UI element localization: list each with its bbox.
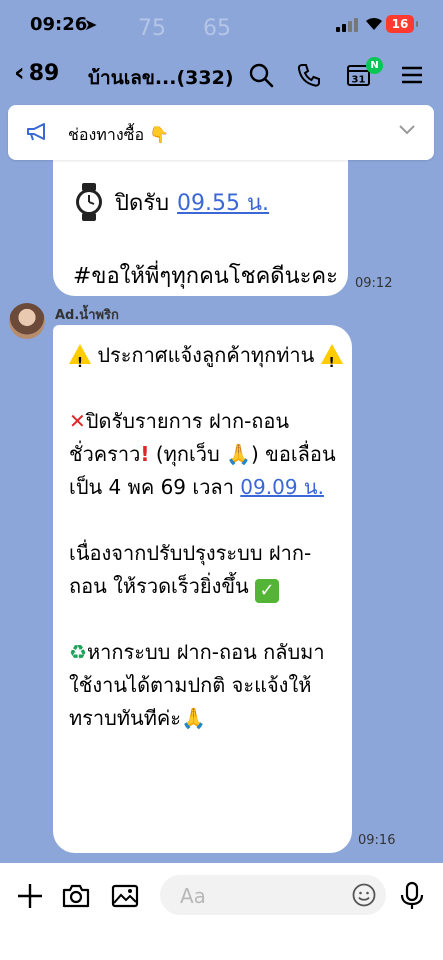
cross-mark-icon: ✕ <box>69 409 86 433</box>
plus-icon[interactable] <box>15 881 45 911</box>
banner-text: ช่องทางซื้อ 👇 <box>68 125 170 144</box>
time-link[interactable]: 09.09 น. <box>240 475 324 499</box>
message-input-bar <box>0 863 443 960</box>
message-field[interactable] <box>160 875 386 917</box>
warning-icon <box>320 344 343 380</box>
chat-title: บ้านเลข...(332) <box>88 67 234 89</box>
battery-icon: 16 <box>386 15 418 33</box>
new-badge: N <box>366 57 383 74</box>
check-mark-icon: ✓ <box>255 579 280 603</box>
announcement-banner[interactable]: ช่องทางซื้อ 👇 <box>8 105 434 160</box>
clock: 09:26 <box>30 14 88 35</box>
praying-hands-icon: 🙏 <box>226 442 251 466</box>
hashtag-text: #ขอให้พี่ๆทุกคนโชคดีนะคะ <box>73 264 338 289</box>
sender-name: Ad.น้ำพริก <box>55 308 119 323</box>
calendar-day: 31 <box>352 75 366 86</box>
message-text: ประกาศแจ้งลูกค้าทุกท่าน ✕ปิดรับรายการ ฝา… <box>69 339 344 735</box>
warning-icon <box>69 344 91 380</box>
exclamation-icon: ! <box>140 442 150 466</box>
message-input[interactable] <box>178 875 342 917</box>
message-paragraph: ประกาศแจ้งลูกค้าทุกท่าน <box>97 343 315 367</box>
watch-icon <box>76 183 102 221</box>
location-arrow-icon: ➤ <box>84 15 98 34</box>
camera-icon[interactable] <box>61 881 91 911</box>
wifi-icon <box>364 15 384 36</box>
chevron-left-icon: ‹ <box>14 58 25 88</box>
back-button[interactable]: ‹ 89 <box>14 60 59 86</box>
image-icon[interactable] <box>110 881 140 911</box>
status-bar: 09:26 ➤ 75 65 16 <box>0 0 443 50</box>
chevron-down-icon[interactable] <box>398 124 416 136</box>
megaphone-icon <box>27 123 45 141</box>
chat-header: ‹ 89 บ้านเลข...(332) 31 N <box>0 50 443 100</box>
message-line: ปิดรับ 09.55 น. <box>73 182 269 222</box>
microphone-icon[interactable] <box>397 881 427 911</box>
menu-icon[interactable] <box>399 62 425 88</box>
phone-icon[interactable] <box>296 62 322 88</box>
message-paragraph: (ทุกเว็บ <box>149 442 227 466</box>
message-bubble: ประกาศแจ้งลูกค้าทุกท่าน ✕ปิดรับรายการ ฝา… <box>53 325 352 853</box>
unread-count: 89 <box>28 60 60 86</box>
search-icon[interactable] <box>248 62 274 88</box>
emoji-icon[interactable] <box>352 883 376 907</box>
message-text: ปิดรับ <box>115 190 170 216</box>
time-link[interactable]: 09.55 น. <box>177 185 269 220</box>
cellular-signal-icon <box>336 18 358 32</box>
message-bubble: ปิดรับ 09.55 น. #ขอให้พี่ๆทุกคนโชคดีนะคะ <box>53 150 348 296</box>
avatar[interactable] <box>9 303 45 339</box>
message-timestamp: 09:16 <box>358 833 396 848</box>
recycle-icon: ♻ <box>69 640 87 664</box>
praying-hands-icon: 🙏 <box>181 706 206 730</box>
message-timestamp: 09:12 <box>355 276 393 291</box>
background-number: 65 <box>203 16 231 41</box>
background-number: 75 <box>138 16 166 41</box>
